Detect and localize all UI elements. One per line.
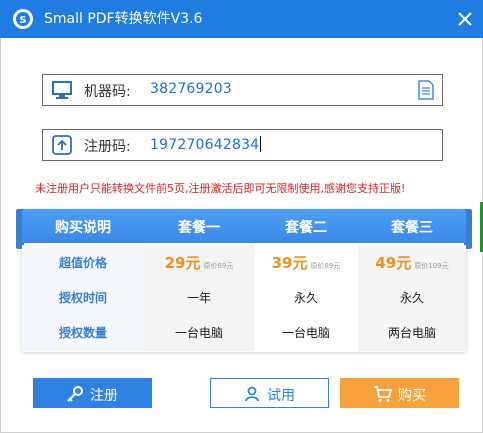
cart-icon xyxy=(374,386,393,402)
buy-button-label: 购买 xyxy=(398,388,426,404)
close-icon[interactable] xyxy=(455,9,475,29)
register-code-field[interactable]: 注册码: 197270642834 xyxy=(42,129,443,161)
price-plan-1: 29元 原价69元 xyxy=(144,245,254,281)
pricing-header: 购买说明 套餐一 套餐二 套餐三 xyxy=(22,209,466,243)
quantity-plan-1: 一台电脑 xyxy=(144,315,254,351)
price-plan-3: 49元 原价109元 xyxy=(358,245,466,281)
header-purchase-info: 购买说明 xyxy=(55,220,111,236)
quantity-plan-3: 两台电脑 xyxy=(358,315,466,351)
table-row-duration: 授权时间 一年 永久 永久 xyxy=(22,280,466,316)
register-code-label: 注册码: xyxy=(84,139,131,155)
app-logo-icon: S xyxy=(13,9,33,29)
header-plan-2: 套餐二 xyxy=(285,220,327,236)
trial-button[interactable]: 试用 xyxy=(210,378,329,408)
original-price: 原价69元 xyxy=(203,262,234,270)
key-icon xyxy=(67,386,83,402)
price-value: 39元 xyxy=(271,254,308,272)
header-plan-3: 套餐三 xyxy=(391,220,433,236)
original-price: 原价109元 xyxy=(414,262,449,270)
monitor-icon xyxy=(52,81,72,99)
user-icon xyxy=(245,386,259,402)
row-label-quantity: 授权数量 xyxy=(22,315,144,351)
document-icon[interactable] xyxy=(418,80,434,100)
row-label-price: 超值价格 xyxy=(22,245,144,281)
machine-code-field[interactable]: 机器码: 382769203 xyxy=(42,74,443,106)
table-row-price: 超值价格 29元 原价69元 39元 原价89元 49元 原价109元 xyxy=(22,245,466,281)
duration-plan-3: 永久 xyxy=(358,280,466,316)
table-row-quantity: 授权数量 一台电脑 一台电脑 两台电脑 xyxy=(22,315,466,351)
price-value: 49元 xyxy=(375,254,412,272)
machine-code-label: 机器码: xyxy=(84,84,131,100)
window-title: Small PDF转换软件V3.6 xyxy=(44,11,203,27)
buy-button[interactable]: 购买 xyxy=(340,378,459,408)
duration-plan-2: 永久 xyxy=(293,291,318,305)
duration-plan-1: 一年 xyxy=(144,280,254,316)
register-code-value: 197270642834 xyxy=(150,137,260,153)
original-price: 原价89元 xyxy=(310,262,341,270)
svg-text:S: S xyxy=(19,15,26,26)
machine-code-value: 382769203 xyxy=(150,81,232,97)
register-button-label: 注册 xyxy=(90,388,118,404)
register-code-input[interactable]: 197270642834 xyxy=(150,136,262,153)
trial-notice: 未注册用户只能转换文件前5页,注册激活后即可无限制使用,感谢您支持正版! xyxy=(35,182,406,195)
price-plan-2: 39元 原价89元 xyxy=(254,245,358,281)
trial-button-label: 试用 xyxy=(267,388,295,404)
text-caret xyxy=(260,136,262,152)
price-value: 29元 xyxy=(164,254,201,272)
row-label-duration: 授权时间 xyxy=(22,280,144,316)
pricing-table: 购买说明 套餐一 套餐二 套餐三 超值价格 29元 原价69元 39元 原价89元 … xyxy=(16,209,472,352)
title-bar: S Small PDF转换软件V3.6 xyxy=(0,0,483,38)
upload-arrow-icon xyxy=(52,135,72,155)
quantity-plan-2: 一台电脑 xyxy=(281,326,330,340)
header-plan-1: 套餐一 xyxy=(178,220,220,236)
register-button[interactable]: 注册 xyxy=(33,378,152,408)
